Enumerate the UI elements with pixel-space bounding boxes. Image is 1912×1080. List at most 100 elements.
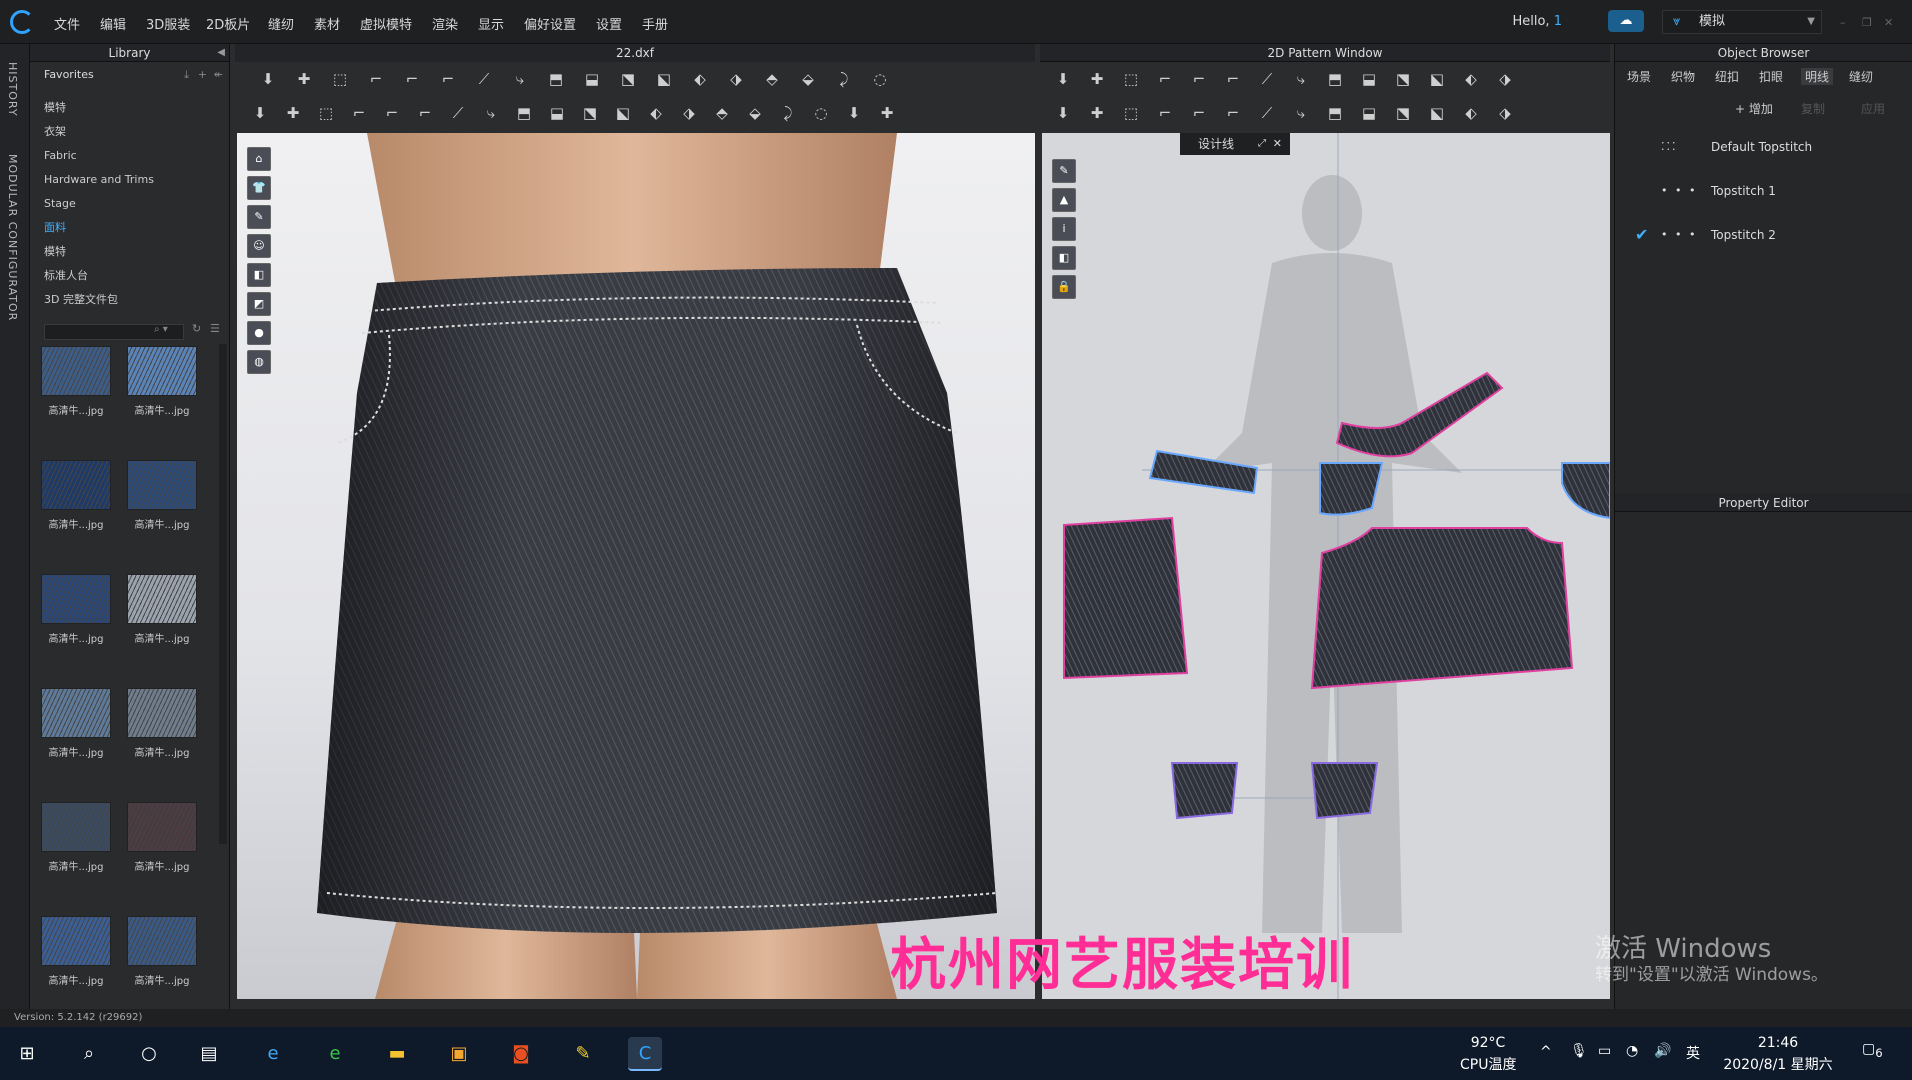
favorites-row[interactable]: Favorites ⤓ + ↞ — [30, 62, 229, 88]
toolbar-tool-icon[interactable]: ⬕ — [1428, 70, 1446, 88]
close-icon[interactable]: ✕ — [1884, 16, 1898, 29]
menu-materials[interactable]: 素材 — [314, 14, 340, 33]
toolbar-tool-icon[interactable]: ⬒ — [515, 104, 533, 122]
library-thumbnail[interactable]: 高清牛...jpg — [124, 346, 200, 417]
library-item-avatar[interactable]: 模特 — [30, 96, 229, 120]
toolbar-tool-icon[interactable]: ⌐ — [1224, 104, 1242, 122]
toolbar-tool-icon[interactable]: ⬚ — [331, 70, 349, 88]
library-thumbnail[interactable]: 高清牛...jpg — [38, 460, 114, 531]
toolbar-tool-icon[interactable]: ⤸ — [779, 104, 797, 122]
library-item-hanger[interactable]: 衣架 — [30, 120, 229, 144]
toolbar-tool-icon[interactable]: ⌐ — [439, 70, 457, 88]
minimize-icon[interactable]: – — [1840, 16, 1854, 29]
tab-history[interactable]: HISTORY — [6, 62, 19, 117]
toolbar-tool-icon[interactable]: ✚ — [1088, 70, 1106, 88]
toolbar-tool-icon[interactable]: ⬘ — [763, 70, 781, 88]
topstitch-row[interactable]: • • • Topstitch 1 — [1615, 174, 1912, 210]
toolbar-tool-icon[interactable]: ⬒ — [547, 70, 565, 88]
toolbar-tool-icon[interactable]: ⬙ — [799, 70, 817, 88]
toolbar-tool-icon[interactable]: ⌐ — [403, 70, 421, 88]
toolbar-tool-icon[interactable]: ✚ — [295, 70, 313, 88]
tray-chevron-icon[interactable]: ^ — [1540, 1044, 1552, 1060]
tab-button[interactable]: 纽扣 — [1715, 68, 1739, 85]
download-icon[interactable]: ⤓ — [184, 62, 189, 88]
toolbar-tool-icon[interactable]: ⬕ — [614, 104, 632, 122]
tab-sewing[interactable]: 缝纫 — [1849, 68, 1873, 85]
refresh-icon[interactable]: ↻ — [192, 322, 201, 335]
edge-browser-icon[interactable]: e — [256, 1037, 290, 1071]
toolbar-tool-icon[interactable]: ⬙ — [746, 104, 764, 122]
toolbar-tool-icon[interactable]: ⟋ — [475, 70, 493, 88]
topstitch-row[interactable]: ✔ • • • Topstitch 2 — [1615, 218, 1912, 254]
apply-button[interactable]: 应用 — [1861, 100, 1885, 117]
toolbar-tool-icon[interactable]: ⌐ — [1190, 104, 1208, 122]
menu-file[interactable]: 文件 — [54, 14, 80, 33]
library-item-materials[interactable]: 面料 — [30, 216, 229, 240]
cloud-icon[interactable]: ☁ — [1608, 10, 1644, 32]
toolbar-tool-icon[interactable]: ⟋ — [1258, 104, 1276, 122]
back-icon[interactable]: ↞ — [214, 62, 223, 88]
library-item-dress-form[interactable]: 标准人台 — [30, 264, 229, 288]
toolbar-tool-icon[interactable]: ⬖ — [1462, 70, 1480, 88]
toolbar-tool-icon[interactable]: ⬚ — [1122, 70, 1140, 88]
toolbar-tool-icon[interactable]: ⬔ — [1394, 70, 1412, 88]
toolbar-tool-icon[interactable]: ⌐ — [383, 104, 401, 122]
library-thumbnail[interactable]: 高清牛...jpg — [38, 346, 114, 417]
task-view-icon[interactable]: ▤ — [192, 1037, 226, 1071]
toolbar-tool-icon[interactable]: ⬓ — [1360, 104, 1378, 122]
add-icon[interactable]: + — [198, 62, 207, 88]
library-thumbnail[interactable]: 高清牛...jpg — [124, 688, 200, 759]
toolbar-tool-icon[interactable]: ⬚ — [317, 104, 335, 122]
toolbar-tool-icon[interactable]: ⬖ — [1462, 104, 1480, 122]
toolbar-tool-icon[interactable]: ⬓ — [583, 70, 601, 88]
restore-icon[interactable]: ❐ — [1862, 16, 1876, 29]
menu-settings[interactable]: 设置 — [596, 14, 622, 33]
library-thumbnail[interactable]: 高清牛...jpg — [124, 802, 200, 873]
toolbar-tool-icon[interactable]: ⌐ — [1190, 70, 1208, 88]
toolbar-tool-icon[interactable]: ⤷ — [1292, 70, 1310, 88]
toolbar-tool-icon[interactable]: ⬕ — [655, 70, 673, 88]
browser-icon[interactable]: e — [318, 1037, 352, 1071]
toolbar-tool-icon[interactable]: ⌐ — [416, 104, 434, 122]
menu-manual[interactable]: 手册 — [642, 14, 668, 33]
toolbar-tool-icon[interactable]: ⬗ — [1496, 70, 1514, 88]
toolbar-tool-icon[interactable]: ⬘ — [713, 104, 731, 122]
file-explorer-icon[interactable]: ▬ — [380, 1037, 414, 1071]
toolbar-tool-icon[interactable]: ⌐ — [1224, 70, 1242, 88]
toolbar-tool-icon[interactable]: ✚ — [284, 104, 302, 122]
tab-topstitch[interactable]: 明线 — [1801, 68, 1834, 85]
toolbar-tool-icon[interactable]: ✚ — [878, 104, 896, 122]
toolbar-tool-icon[interactable]: ⬔ — [619, 70, 637, 88]
toolbar-tool-icon[interactable]: ⬗ — [727, 70, 745, 88]
menu-display[interactable]: 显示 — [478, 14, 504, 33]
tab-scene[interactable]: 场景 — [1627, 68, 1651, 85]
toolbar-tool-icon[interactable]: ⬔ — [1394, 104, 1412, 122]
toolbar-tool-icon[interactable]: ⟋ — [1258, 70, 1276, 88]
toolbar-tool-icon[interactable]: ⌐ — [367, 70, 385, 88]
library-thumbnail[interactable]: 高清牛...jpg — [38, 574, 114, 645]
mode-select[interactable]: ⩔ 模拟 ▼ — [1662, 10, 1822, 34]
menu-3d-garment[interactable]: 3D服装 — [146, 14, 190, 33]
toolbar-tool-icon[interactable]: ⌐ — [1156, 70, 1174, 88]
toolbar-tool-icon[interactable]: ⬇ — [1054, 104, 1072, 122]
copy-button[interactable]: 复制 — [1801, 100, 1825, 117]
toolbar-tool-icon[interactable]: ⬒ — [1326, 104, 1344, 122]
menu-2d-pattern[interactable]: 2D板片 — [206, 14, 250, 33]
toolbar-tool-icon[interactable]: ⌐ — [350, 104, 368, 122]
library-item-fabric[interactable]: Fabric — [30, 144, 229, 168]
menu-render[interactable]: 渲染 — [432, 14, 458, 33]
toolbar-tool-icon[interactable]: ⬖ — [647, 104, 665, 122]
library-scrollbar[interactable] — [219, 344, 227, 844]
battery-icon[interactable]: ▭ — [1598, 1043, 1611, 1059]
toolbar-tool-icon[interactable]: ⬔ — [581, 104, 599, 122]
toolbar-tool-icon[interactable]: ⬓ — [548, 104, 566, 122]
toolbar-tool-icon[interactable]: ⤷ — [1292, 104, 1310, 122]
toolbar-tool-icon[interactable]: ⬇ — [845, 104, 863, 122]
toolbar-tool-icon[interactable]: ⤷ — [482, 104, 500, 122]
toolbar-tool-icon[interactable]: ⌐ — [1156, 104, 1174, 122]
toolbar-tool-icon[interactable]: ⬚ — [1122, 104, 1140, 122]
toolbar-tool-icon[interactable]: ⬕ — [1428, 104, 1446, 122]
toolbar-tool-icon[interactable]: ⬇ — [259, 70, 277, 88]
menu-avatar[interactable]: 虚拟模特 — [360, 14, 412, 33]
library-item-3d-package[interactable]: 3D 完整文件包 — [30, 288, 229, 312]
